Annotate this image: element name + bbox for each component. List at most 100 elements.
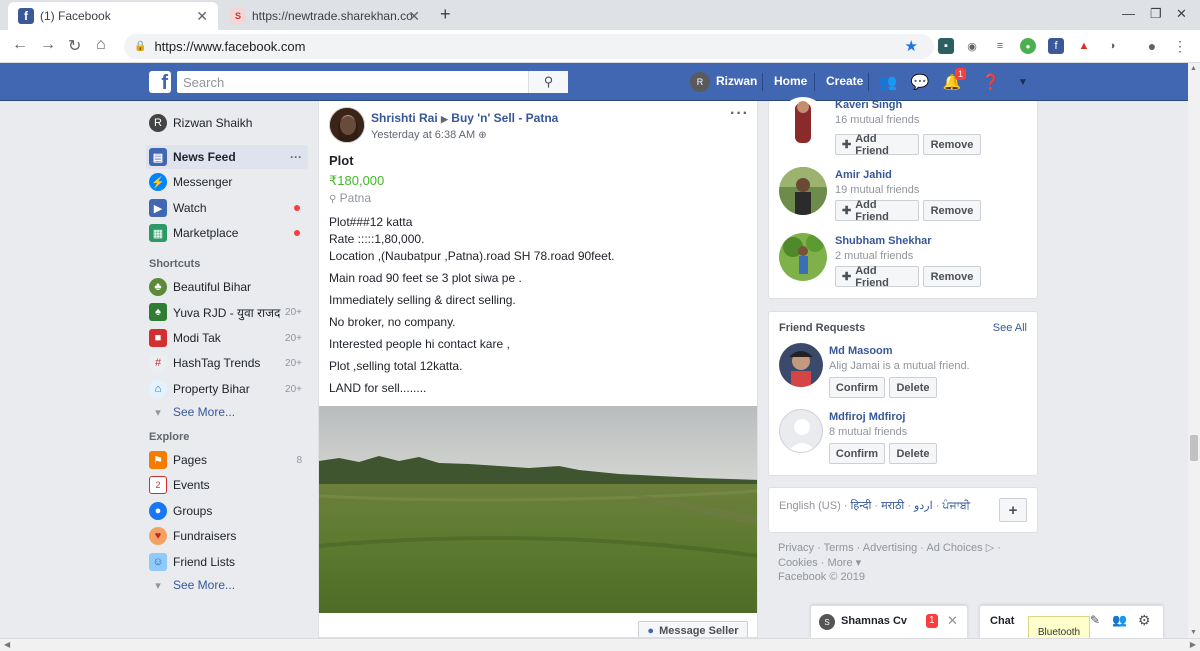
explore-item-groups[interactable]: ● Groups [146, 499, 308, 523]
account-menu-icon[interactable]: ▼ [1013, 72, 1033, 92]
remove-button[interactable]: Remove [923, 200, 981, 221]
explore-item-friend-lists[interactable]: ☺ Friend Lists [146, 550, 308, 574]
browser-tab-facebook[interactable]: f (1) Facebook ✕ [8, 2, 218, 30]
remove-button[interactable]: Remove [923, 134, 981, 155]
suggestion-name[interactable]: Amir Jahid [835, 169, 892, 181]
remove-button[interactable]: Remove [923, 266, 981, 287]
add-language-button[interactable]: + [999, 498, 1027, 522]
search-input[interactable]: Search ⚲ [177, 71, 568, 93]
new-message-icon[interactable]: ✎ [1090, 613, 1100, 627]
confirm-button[interactable]: Confirm [829, 443, 885, 464]
footer-link[interactable]: Cookies [778, 557, 818, 569]
mutual-friends[interactable]: 16 mutual friends [835, 114, 919, 126]
chat-settings-gear-icon[interactable]: ⚙ [1138, 612, 1151, 629]
profile-icon[interactable]: ● [1144, 38, 1160, 54]
explore-item-events[interactable]: 2 Events [146, 473, 308, 497]
footer-link[interactable]: Ad Choices [926, 542, 982, 554]
create-link[interactable]: Create [826, 74, 863, 88]
list-extension-icon[interactable]: ≡ [992, 38, 1008, 54]
reload-icon[interactable]: ↻ [68, 36, 81, 56]
browser-tab-sharekhan[interactable]: S https://newtrade.sharekhan.co ✕ [220, 2, 430, 30]
extension-icon[interactable]: ▪ [938, 38, 954, 54]
explore-item-pages[interactable]: ⚑ Pages 8 [146, 448, 308, 472]
avatar[interactable] [779, 233, 827, 281]
extension-circle-icon[interactable]: ◑ [1104, 38, 1120, 54]
footer-link[interactable]: Terms [824, 542, 854, 554]
message-seller-button[interactable]: ● Message Seller [638, 621, 748, 637]
horizontal-scrollbar[interactable]: ◀ ▶ [0, 638, 1200, 651]
requester-name[interactable]: Md Masoom [829, 345, 893, 357]
menu-kebab-icon[interactable]: ⋮ [1172, 38, 1188, 54]
avatar[interactable] [329, 107, 365, 143]
see-more-explore[interactable]: ▾ See More... [146, 573, 308, 597]
profile-shortcut[interactable]: R Rizwan Shaikh [146, 111, 308, 135]
sidebar-item-news-feed[interactable]: ▤ News Feed ··· [146, 145, 308, 169]
close-tab-icon[interactable]: ✕ [408, 8, 420, 25]
scroll-left-icon[interactable]: ◀ [4, 640, 10, 649]
footer-link[interactable]: Advertising [863, 542, 917, 554]
friend-requests-icon[interactable]: 👥 [878, 72, 898, 92]
add-friend-button[interactable]: ✚ Add Friend [835, 199, 919, 223]
shortcut-item[interactable]: ■ Modi Tak 20+ [146, 326, 308, 350]
sidebar-item-watch[interactable]: ▶ Watch [146, 196, 308, 220]
forward-icon[interactable]: → [40, 36, 56, 54]
suggestion-name[interactable]: Shubham Shekhar [835, 235, 932, 247]
home-link[interactable]: Home [774, 74, 807, 88]
listing-photo[interactable] [319, 406, 757, 613]
messenger-icon[interactable]: 💬 [910, 72, 930, 92]
back-icon[interactable]: ← [12, 36, 28, 54]
extension-green-icon[interactable]: ● [1020, 38, 1036, 54]
more-options-icon[interactable]: ··· [290, 150, 302, 164]
facebook-logo-icon[interactable]: f [149, 71, 171, 93]
new-tab-icon[interactable]: + [440, 4, 451, 25]
footer-link[interactable]: Privacy [778, 542, 814, 554]
home-icon[interactable]: ⌂ [96, 36, 106, 54]
restore-icon[interactable]: ❐ [1150, 6, 1162, 22]
scroll-right-icon[interactable]: ▶ [1190, 640, 1196, 649]
shortcut-item[interactable]: ♣ Beautiful Bihar [146, 275, 308, 299]
post-timestamp[interactable]: Yesterday at 6:38 AM ⊕ [371, 129, 487, 141]
requester-name[interactable]: Mdfiroj Mdfiroj [829, 411, 905, 423]
minimize-icon[interactable]: — [1122, 6, 1135, 21]
shortcut-item[interactable]: # HashTag Trends 20+ [146, 351, 308, 375]
search-icon[interactable]: ⚲ [528, 71, 568, 93]
camera-icon[interactable]: ◉ [964, 38, 980, 54]
shortcut-item[interactable]: ♠ Yuva RJD - युवा राजद 20+ [146, 300, 308, 324]
chat-conversation-tab[interactable]: S Shamnas Cv 1 ✕ [810, 605, 968, 638]
language-link[interactable]: اردو [914, 500, 933, 512]
suggestion-name[interactable]: Kaveri Singh [835, 99, 902, 111]
avatar[interactable]: R [690, 72, 710, 92]
close-chat-icon[interactable]: ✕ [947, 613, 958, 629]
avatar[interactable] [779, 167, 827, 215]
see-more-shortcuts[interactable]: ▾ See More... [146, 400, 308, 424]
language-link[interactable]: हिन्दी [851, 500, 872, 512]
close-window-icon[interactable]: ✕ [1176, 6, 1187, 22]
new-group-icon[interactable]: 👥 [1112, 613, 1127, 627]
add-friend-button[interactable]: ✚ Add Friend [835, 265, 919, 289]
mutual-friends[interactable]: 2 mutual friends [835, 250, 913, 262]
see-all-link[interactable]: See All [993, 322, 1027, 334]
close-tab-icon[interactable]: ✕ [196, 8, 208, 25]
profile-link[interactable]: Rizwan [716, 74, 757, 88]
delete-button[interactable]: Delete [889, 377, 937, 398]
requester-mutual[interactable]: 8 mutual friends [829, 426, 907, 438]
scrollbar-thumb[interactable] [1190, 435, 1198, 461]
add-friend-button[interactable]: ✚ Add Friend [835, 133, 919, 157]
facebook-extension-icon[interactable]: f [1048, 38, 1064, 54]
language-link[interactable]: ਪੰਜਾਬੀ [942, 500, 970, 512]
post-group[interactable]: Buy 'n' Sell - Patna [451, 111, 558, 125]
shortcut-item[interactable]: ⌂ Property Bihar 20+ [146, 377, 308, 401]
post-author[interactable]: Shrishti Rai [371, 111, 438, 125]
post-options-icon[interactable]: ··· [730, 105, 749, 123]
avatar[interactable] [779, 409, 823, 453]
explore-item-fundraisers[interactable]: ♥ Fundraisers [146, 524, 308, 548]
vertical-scrollbar[interactable]: ▲ ▼ [1188, 63, 1200, 638]
extension-red-icon[interactable]: ▲ [1076, 38, 1092, 54]
footer-link[interactable]: More [828, 557, 853, 569]
bookmark-star-icon[interactable]: ★ [905, 37, 918, 55]
language-link[interactable]: मराठी [881, 500, 904, 512]
confirm-button[interactable]: Confirm [829, 377, 885, 398]
sidebar-item-marketplace[interactable]: ▦ Marketplace [146, 221, 308, 245]
delete-button[interactable]: Delete [889, 443, 937, 464]
url-bar[interactable]: 🔒 https://www.facebook.com ★ [124, 34, 934, 59]
